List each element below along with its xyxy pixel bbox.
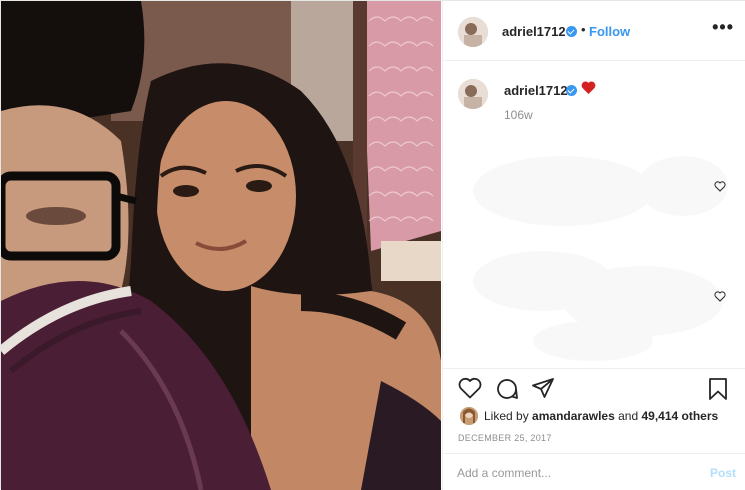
- avatar-image: [458, 17, 488, 47]
- post-comment-button[interactable]: Post: [710, 466, 736, 480]
- more-options-icon[interactable]: •••: [712, 17, 734, 38]
- likes-count[interactable]: 49,414 others: [641, 409, 718, 423]
- avatar-image: [458, 79, 488, 109]
- heart-outline-icon[interactable]: [458, 377, 482, 402]
- comment-input[interactable]: [457, 464, 687, 482]
- liker-username[interactable]: amandarawles: [532, 409, 615, 423]
- post-header: adriel1712 • Follow •••: [443, 1, 745, 61]
- verified-badge-icon: [566, 85, 577, 96]
- post-details-panel: adriel1712 • Follow ••• adriel1712 106w …: [442, 1, 745, 490]
- comment-icon[interactable]: [495, 377, 519, 404]
- bookmark-icon[interactable]: [708, 377, 728, 404]
- post-date[interactable]: DECEMBER 25, 2017: [458, 433, 552, 443]
- follow-button[interactable]: Follow: [589, 24, 630, 39]
- likes-conjunction: and: [618, 409, 639, 423]
- liker-avatar[interactable]: [460, 407, 478, 425]
- faded-background-watermark: [473, 156, 728, 361]
- comment-like-heart-icon[interactable]: [714, 181, 726, 195]
- caption-time-ago[interactable]: 106w: [504, 108, 533, 122]
- paper-plane-icon[interactable]: [531, 377, 555, 402]
- selfie-photo-illustration: [1, 1, 441, 490]
- verified-badge-icon: [566, 26, 577, 37]
- comment-box: Post: [443, 453, 745, 490]
- header-username[interactable]: adriel1712: [502, 24, 566, 39]
- caption-avatar[interactable]: [458, 79, 488, 109]
- post-photo[interactable]: [1, 1, 441, 490]
- red-heart-emoji-icon: [581, 81, 596, 97]
- likes-text: Liked by amandarawles and 49,414 others: [484, 409, 718, 423]
- likes-summary: Liked by amandarawles and 49,414 others: [458, 407, 743, 425]
- caption-username[interactable]: adriel1712: [504, 83, 568, 98]
- comment-like-heart-icon[interactable]: [714, 291, 726, 305]
- likes-prefix: Liked by: [484, 409, 529, 423]
- instagram-post: adriel1712 • Follow ••• adriel1712 106w …: [0, 0, 745, 490]
- avatar[interactable]: [458, 17, 488, 47]
- separator-dot: •: [581, 22, 586, 37]
